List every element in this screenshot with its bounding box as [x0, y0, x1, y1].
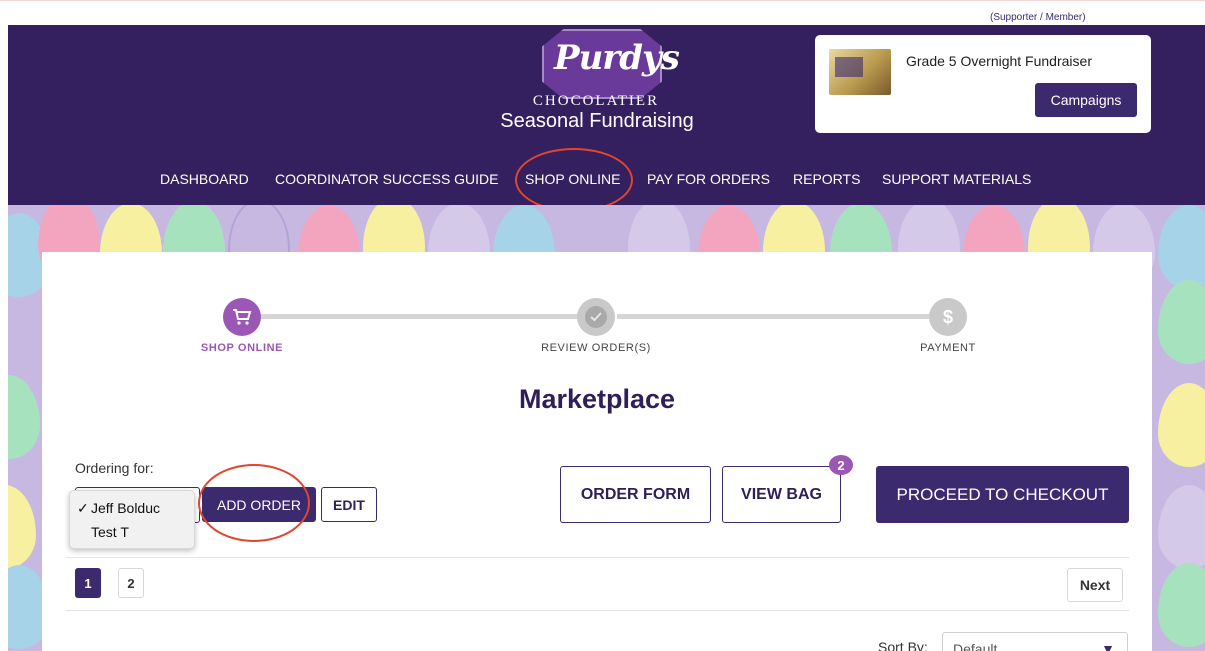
step-label-review-orders: REVIEW ORDER(S)	[541, 342, 651, 354]
dropdown-option[interactable]: Test T	[70, 520, 194, 544]
option-label: Jeff Bolduc	[91, 500, 161, 516]
view-bag-button[interactable]: VIEW BAG	[722, 466, 841, 523]
chevron-down-icon: ▼	[1101, 641, 1115, 651]
dollar-icon: $	[942, 306, 953, 327]
page-2-button[interactable]: 2	[118, 568, 144, 598]
nav-coordinator-success-guide[interactable]: COORDINATOR SUCCESS GUIDE	[275, 171, 499, 187]
option-label: Test T	[91, 524, 129, 540]
step-label-shop-online: SHOP ONLINE	[200, 342, 284, 354]
step-label-payment: PAYMENT	[920, 342, 976, 354]
campaigns-button[interactable]: Campaigns	[1035, 83, 1137, 117]
supporter-member-link[interactable]: (Supporter / Member)	[990, 12, 1086, 23]
top-strip: (Supporter / Member)	[0, 0, 1205, 25]
edit-button[interactable]: EDIT	[321, 487, 377, 522]
add-order-button[interactable]: ADD ORDER	[202, 487, 316, 522]
progress-line	[260, 314, 578, 319]
divider	[66, 610, 1129, 611]
sort-by-select[interactable]: Default ▼	[942, 632, 1128, 651]
sort-by-value: Default	[953, 641, 998, 651]
ordering-for-dropdown: ✓ Jeff Bolduc Test T	[69, 490, 195, 549]
order-form-button[interactable]: ORDER FORM	[560, 466, 711, 523]
step-shop-online[interactable]	[223, 298, 261, 336]
page-1-button[interactable]: 1	[75, 568, 101, 598]
logo-chocolatier-text: CHOCOLATIER	[532, 93, 660, 109]
nav-dashboard[interactable]: DASHBOARD	[160, 171, 249, 187]
check-icon	[585, 306, 607, 328]
logo-script-text: Purdys	[554, 38, 680, 78]
site-header: Purdys CHOCOLATIER Seasonal Fundraising …	[8, 25, 1205, 205]
step-review-orders	[577, 298, 615, 336]
egg-decoration	[1158, 205, 1205, 289]
divider	[66, 557, 1129, 558]
cart-icon	[233, 309, 252, 325]
logo-tagline: Seasonal Fundraising	[500, 110, 694, 132]
main-nav: DASHBOARD COORDINATOR SUCCESS GUIDE SHOP…	[8, 171, 1205, 193]
egg-decoration	[8, 375, 40, 459]
egg-decoration	[1158, 383, 1205, 467]
nav-shop-online[interactable]: SHOP ONLINE	[525, 171, 620, 187]
bag-count-badge: 2	[829, 455, 853, 475]
campaign-title: Grade 5 Overnight Fundraiser	[906, 53, 1092, 69]
sort-by-label: Sort By:	[878, 639, 928, 651]
next-page-button[interactable]: Next	[1067, 568, 1123, 602]
nav-pay-for-orders[interactable]: PAY FOR ORDERS	[647, 171, 770, 187]
checkmark-icon: ✓	[77, 500, 89, 516]
egg-decoration	[1158, 280, 1205, 364]
progress-line	[617, 314, 929, 319]
proceed-to-checkout-button[interactable]: PROCEED TO CHECKOUT	[876, 466, 1129, 523]
main-content: SHOP ONLINE REVIEW ORDER(S) $ PAYMENT Ma…	[42, 252, 1152, 651]
page-title: Marketplace	[518, 384, 676, 414]
step-payment: $	[929, 298, 967, 336]
egg-decoration	[1158, 485, 1205, 569]
nav-support-materials[interactable]: SUPPORT MATERIALS	[882, 171, 1031, 187]
ordering-for-label: Ordering for:	[75, 460, 154, 476]
egg-decoration	[1158, 563, 1205, 647]
campaign-thumbnail	[829, 49, 891, 95]
nav-reports[interactable]: REPORTS	[793, 171, 860, 187]
egg-decoration	[8, 485, 36, 569]
campaign-card: Grade 5 Overnight Fundraiser Campaigns	[815, 35, 1151, 133]
dropdown-option-selected[interactable]: ✓ Jeff Bolduc	[70, 496, 194, 520]
